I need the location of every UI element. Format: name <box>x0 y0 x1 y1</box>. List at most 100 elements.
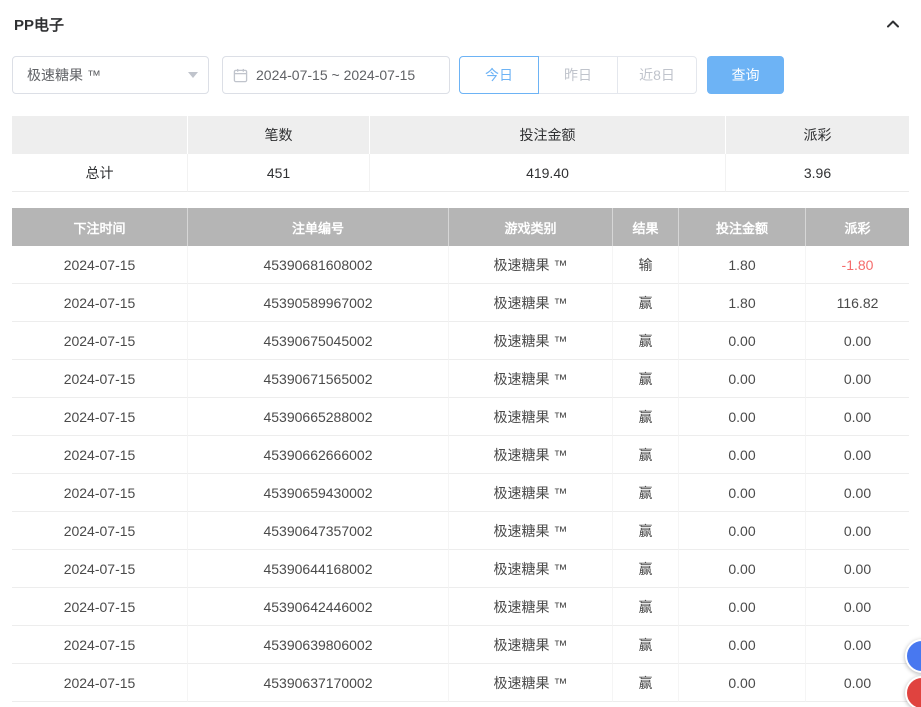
cell-payout: 0.00 <box>806 360 909 398</box>
cell-result: 输 <box>613 246 679 284</box>
cell-game-type: 极速糖果 ™ <box>449 436 613 474</box>
quick-date-button-group: 今日 昨日 近8日 <box>459 56 697 94</box>
cell-payout: 0.00 <box>806 322 909 360</box>
cell-result: 赢 <box>613 398 679 436</box>
header-result: 结果 <box>613 208 679 246</box>
cell-bet-time: 2024-07-15 <box>12 436 188 474</box>
cell-game-type: 极速糖果 ™ <box>449 360 613 398</box>
cell-bet-time: 2024-07-15 <box>12 284 188 322</box>
cell-bet-id: 45390644168002 <box>188 550 449 588</box>
header-bet-time: 下注时间 <box>12 208 188 246</box>
table-row: 2024-07-15 45390662666002 极速糖果 ™ 赢 0.00 … <box>12 436 909 474</box>
cell-bet-amount: 1.80 <box>679 246 806 284</box>
filter-bar: 极速糖果 ™ 2024-07-15 ~ 2024-07-15 今日 昨日 近8日… <box>12 56 909 94</box>
panel-header: PP电子 <box>12 0 909 48</box>
cell-payout: 0.00 <box>806 588 909 626</box>
bets-table: 下注时间 注单编号 游戏类别 结果 投注金额 派彩 2024-07-15 453… <box>12 208 909 702</box>
cell-bet-time: 2024-07-15 <box>12 550 188 588</box>
cell-bet-id: 45390675045002 <box>188 322 449 360</box>
cell-result: 赢 <box>613 512 679 550</box>
summary-header-row: 笔数 投注金额 派彩 <box>12 116 909 154</box>
date-range-picker[interactable]: 2024-07-15 ~ 2024-07-15 <box>222 56 450 94</box>
cell-result: 赢 <box>613 626 679 664</box>
cell-bet-time: 2024-07-15 <box>12 398 188 436</box>
cell-game-type: 极速糖果 ™ <box>449 512 613 550</box>
cell-game-type: 极速糖果 ™ <box>449 322 613 360</box>
cell-game-type: 极速糖果 ™ <box>449 246 613 284</box>
cell-result: 赢 <box>613 284 679 322</box>
header-payout: 派彩 <box>806 208 909 246</box>
cell-bet-amount: 0.00 <box>679 360 806 398</box>
cell-result: 赢 <box>613 436 679 474</box>
last-8-days-button[interactable]: 近8日 <box>617 56 697 94</box>
cell-game-type: 极速糖果 ™ <box>449 550 613 588</box>
cell-bet-time: 2024-07-15 <box>12 360 188 398</box>
page-title: PP电子 <box>14 14 64 35</box>
today-button[interactable]: 今日 <box>459 56 539 94</box>
search-button[interactable]: 查询 <box>707 56 784 94</box>
date-range-value: 2024-07-15 ~ 2024-07-15 <box>256 67 415 83</box>
cell-bet-id: 45390659430002 <box>188 474 449 512</box>
cell-bet-id: 45390637170002 <box>188 664 449 702</box>
summary-total-count: 451 <box>188 154 370 192</box>
table-row: 2024-07-15 45390639806002 极速糖果 ™ 赢 0.00 … <box>12 626 909 664</box>
summary-total-label: 总计 <box>12 154 188 192</box>
cell-payout: 0.00 <box>806 398 909 436</box>
cell-bet-time: 2024-07-15 <box>12 588 188 626</box>
cell-bet-id: 45390671565002 <box>188 360 449 398</box>
summary-header-bet-amount: 投注金额 <box>370 116 726 154</box>
header-bet-id: 注单编号 <box>188 208 449 246</box>
cell-bet-amount: 1.80 <box>679 284 806 322</box>
calendar-icon <box>233 68 248 83</box>
cell-bet-id: 45390639806002 <box>188 626 449 664</box>
cell-bet-time: 2024-07-15 <box>12 246 188 284</box>
bets-table-body: 2024-07-15 45390681608002 极速糖果 ™ 输 1.80 … <box>12 246 909 702</box>
cell-result: 赢 <box>613 550 679 588</box>
cell-game-type: 极速糖果 ™ <box>449 588 613 626</box>
cell-bet-amount: 0.00 <box>679 436 806 474</box>
cell-result: 赢 <box>613 360 679 398</box>
game-select[interactable]: 极速糖果 ™ <box>12 56 209 94</box>
cell-bet-amount: 0.00 <box>679 398 806 436</box>
cell-bet-time: 2024-07-15 <box>12 664 188 702</box>
cell-payout: 0.00 <box>806 550 909 588</box>
summary-header-blank <box>12 116 188 154</box>
cell-game-type: 极速糖果 ™ <box>449 474 613 512</box>
cell-game-type: 极速糖果 ™ <box>449 664 613 702</box>
cell-bet-amount: 0.00 <box>679 512 806 550</box>
table-row: 2024-07-15 45390589967002 极速糖果 ™ 赢 1.80 … <box>12 284 909 322</box>
pp-electronic-panel: PP电子 极速糖果 ™ 2024-07-15 ~ 2024-07-15 今日 昨… <box>0 0 921 707</box>
cell-game-type: 极速糖果 ™ <box>449 626 613 664</box>
cell-game-type: 极速糖果 ™ <box>449 398 613 436</box>
table-row: 2024-07-15 45390647357002 极速糖果 ™ 赢 0.00 … <box>12 512 909 550</box>
cell-bet-time: 2024-07-15 <box>12 626 188 664</box>
summary-header-count: 笔数 <box>188 116 370 154</box>
table-row: 2024-07-15 45390671565002 极速糖果 ™ 赢 0.00 … <box>12 360 909 398</box>
cell-bet-amount: 0.00 <box>679 550 806 588</box>
table-row: 2024-07-15 45390637170002 极速糖果 ™ 赢 0.00 … <box>12 664 909 702</box>
cell-bet-id: 45390647357002 <box>188 512 449 550</box>
cell-bet-amount: 0.00 <box>679 664 806 702</box>
table-row: 2024-07-15 45390659430002 极速糖果 ™ 赢 0.00 … <box>12 474 909 512</box>
header-bet-amount: 投注金额 <box>679 208 806 246</box>
cell-result: 赢 <box>613 664 679 702</box>
cell-bet-time: 2024-07-15 <box>12 474 188 512</box>
cell-payout: -1.80 <box>806 246 909 284</box>
cell-payout: 0.00 <box>806 626 909 664</box>
header-game-type: 游戏类别 <box>449 208 613 246</box>
cell-payout: 0.00 <box>806 436 909 474</box>
cell-bet-id: 45390665288002 <box>188 398 449 436</box>
table-row: 2024-07-15 45390644168002 极速糖果 ™ 赢 0.00 … <box>12 550 909 588</box>
bets-table-header: 下注时间 注单编号 游戏类别 结果 投注金额 派彩 <box>12 208 909 246</box>
game-select-value: 极速糖果 ™ <box>27 65 101 85</box>
yesterday-button[interactable]: 昨日 <box>538 56 618 94</box>
cell-result: 赢 <box>613 474 679 512</box>
cell-bet-time: 2024-07-15 <box>12 322 188 360</box>
summary-table: 笔数 投注金额 派彩 总计 451 419.40 3.96 <box>12 116 909 192</box>
cell-bet-id: 45390681608002 <box>188 246 449 284</box>
table-row: 2024-07-15 45390675045002 极速糖果 ™ 赢 0.00 … <box>12 322 909 360</box>
summary-total-row: 总计 451 419.40 3.96 <box>12 154 909 192</box>
collapse-chevron-up-icon[interactable] <box>881 12 905 36</box>
summary-total-bet-amount: 419.40 <box>370 154 726 192</box>
cell-bet-id: 45390642446002 <box>188 588 449 626</box>
